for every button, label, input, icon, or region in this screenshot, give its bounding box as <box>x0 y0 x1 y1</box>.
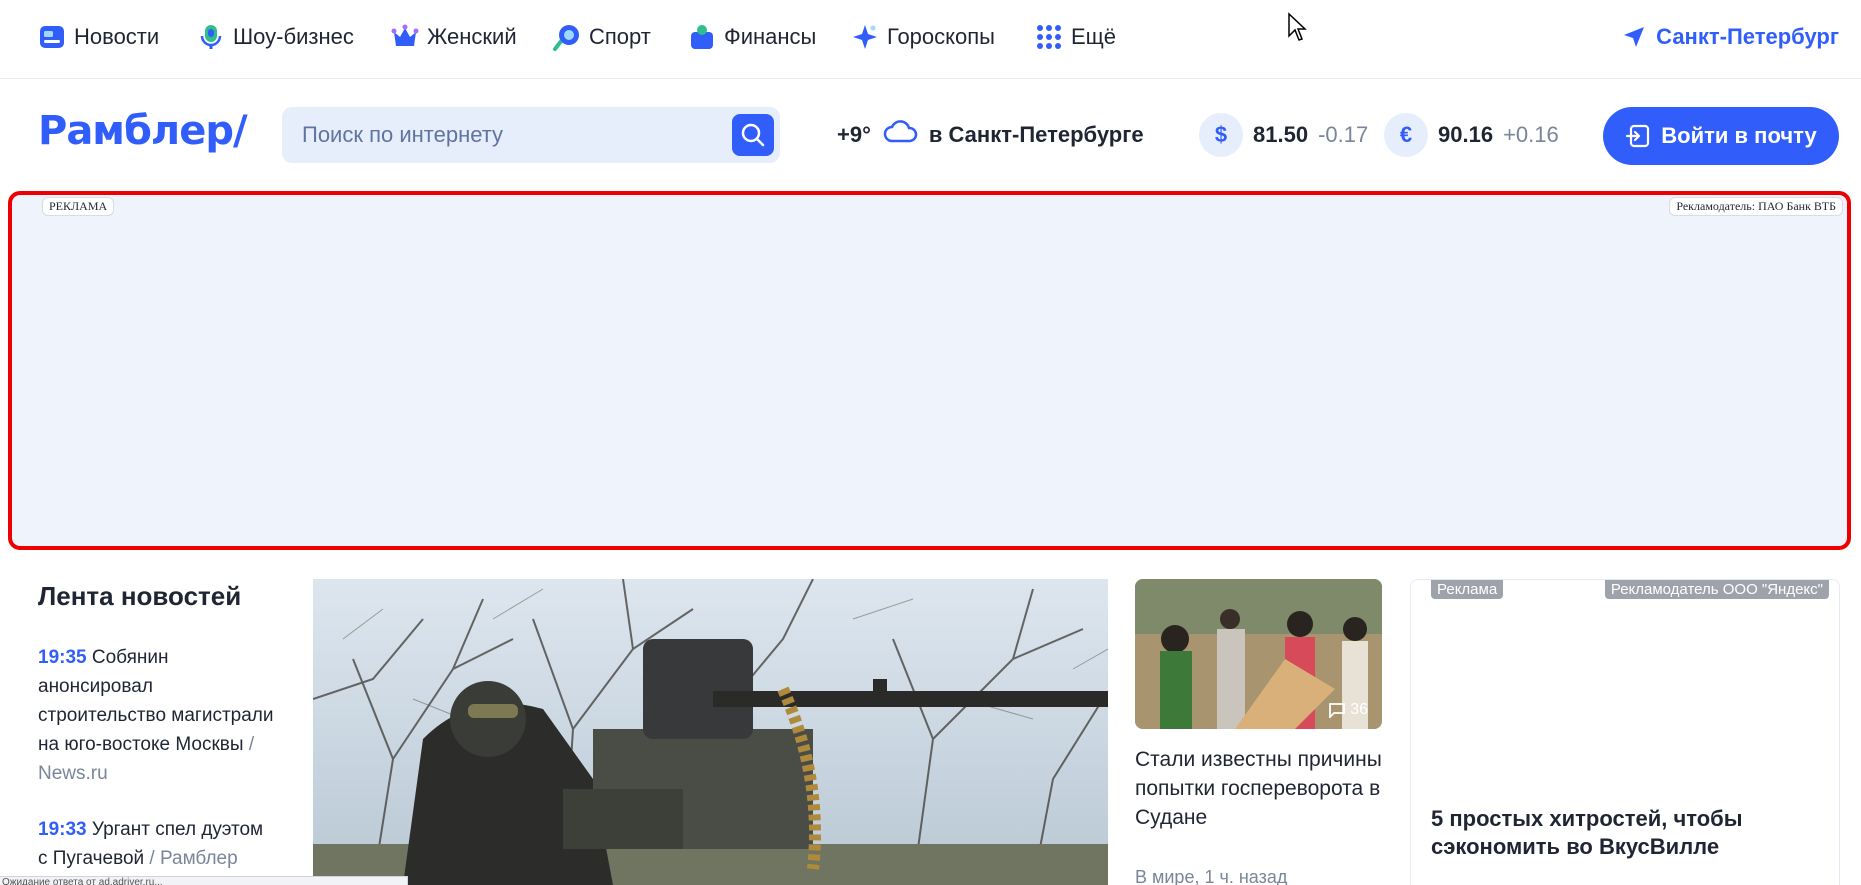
wallet-icon <box>688 23 716 51</box>
nav-item-label: Женский <box>427 24 517 49</box>
side-news-meta: В мире, 1 ч. назад <box>1135 867 1288 885</box>
search-input[interactable] <box>282 107 722 163</box>
feed-item[interactable]: 19:35 Собянин анонсировал строительство … <box>38 643 276 788</box>
nav-item-women[interactable]: Женский <box>391 22 517 52</box>
star-icon <box>851 23 879 51</box>
cloud-icon <box>883 120 919 150</box>
nav-item-label: Финансы <box>724 24 817 49</box>
news-feed-title: Лента новостей <box>38 581 242 611</box>
top-navigation: Новости Шоу-бизнес Женский Спорт Финансы… <box>0 0 1861 79</box>
weather-city: в Санкт-Петербурге <box>928 122 1144 147</box>
feed-item[interactable]: 19:33 Ургант спел дуэтом с Пугачевой / Р… <box>38 815 276 873</box>
browser-status-bar: Ожидание ответа от ad.adriver.ru... <box>0 876 408 885</box>
usd-change: -0.17 <box>1318 122 1369 147</box>
side-news-title[interactable]: Стали известны причины попытки госперево… <box>1135 745 1382 832</box>
city-label: Санкт-Петербург <box>1656 24 1839 49</box>
nav-item-label: Новости <box>74 24 160 49</box>
feed-item-time: 19:33 <box>38 819 87 840</box>
ad-banner[interactable]: РЕКЛАМА Рекламодатель: ПАО Банк ВТБ <box>8 191 1851 550</box>
ad-label: РЕКЛАМА <box>42 197 115 216</box>
crown-icon <box>391 23 419 51</box>
nav-item-label: Спорт <box>589 24 651 49</box>
side-news-photo[interactable]: 36 <box>1135 579 1382 729</box>
nav-item-label: Шоу-бизнес <box>233 24 354 49</box>
location-arrow-icon <box>1624 27 1645 47</box>
advertiser-chip: Рекламодатель ООО "Яндекс" <box>1604 580 1829 599</box>
nav-item-showbiz[interactable]: Шоу-бизнес <box>197 22 354 52</box>
nav-item-news[interactable]: Новости <box>38 22 159 52</box>
comment-count: 36 <box>1328 701 1368 719</box>
login-mail-button[interactable]: Войти в почту <box>1603 107 1839 165</box>
rambler-logo[interactable]: Рамблер/ <box>38 108 248 154</box>
mouse-cursor-icon <box>1287 12 1307 47</box>
comment-count-value: 36 <box>1350 701 1368 718</box>
feed-item-time: 19:35 <box>38 647 87 668</box>
search-button[interactable] <box>732 114 774 156</box>
weather-temperature: +9° <box>837 122 871 147</box>
microphone-icon <box>197 23 225 51</box>
nav-item-sport[interactable]: Спорт <box>553 22 651 52</box>
nav-item-label: Гороскопы <box>887 24 995 49</box>
feed-item-source: / Рамблер <box>149 848 238 869</box>
login-icon <box>1626 124 1650 148</box>
login-label: Войти в почту <box>1661 123 1817 148</box>
ball-icon <box>553 23 581 51</box>
city-selector[interactable]: Санкт-Петербург <box>1622 22 1839 52</box>
eur-value: 90.16 <box>1438 122 1494 147</box>
ad-card[interactable]: Реклама Рекламодатель ООО "Яндекс" 5 про… <box>1410 579 1840 885</box>
weather-widget[interactable]: +9° в Санкт-Петербурге <box>837 120 1144 150</box>
ad-card-title: 5 простых хитростей, чтобы сэкономить во… <box>1431 806 1743 859</box>
dollar-icon: $ <box>1199 113 1243 157</box>
eur-change: +0.16 <box>1503 122 1559 147</box>
euro-icon: € <box>1384 113 1428 157</box>
advertiser-label: Рекламодатель: ПАО Банк ВТБ <box>1669 197 1843 216</box>
ad-chip: Реклама <box>1431 580 1504 599</box>
search-icon <box>741 123 765 147</box>
nav-item-finance[interactable]: Финансы <box>688 22 816 52</box>
main-news-photo[interactable] <box>313 579 1108 885</box>
eur-rate[interactable]: € 90.16 +0.16 <box>1384 113 1559 157</box>
usd-rate[interactable]: $ 81.50 -0.17 <box>1199 113 1368 157</box>
soldier-machine-gun-image <box>313 579 1108 885</box>
grid-icon <box>1035 23 1063 51</box>
usd-value: 81.50 <box>1253 122 1309 147</box>
search-box <box>282 107 780 163</box>
comment-icon <box>1329 703 1346 718</box>
nav-item-more[interactable]: Ещё <box>1035 22 1116 52</box>
nav-item-label: Ещё <box>1071 24 1117 49</box>
nav-item-horoscope[interactable]: Гороскопы <box>851 22 995 52</box>
news-icon <box>38 23 66 51</box>
